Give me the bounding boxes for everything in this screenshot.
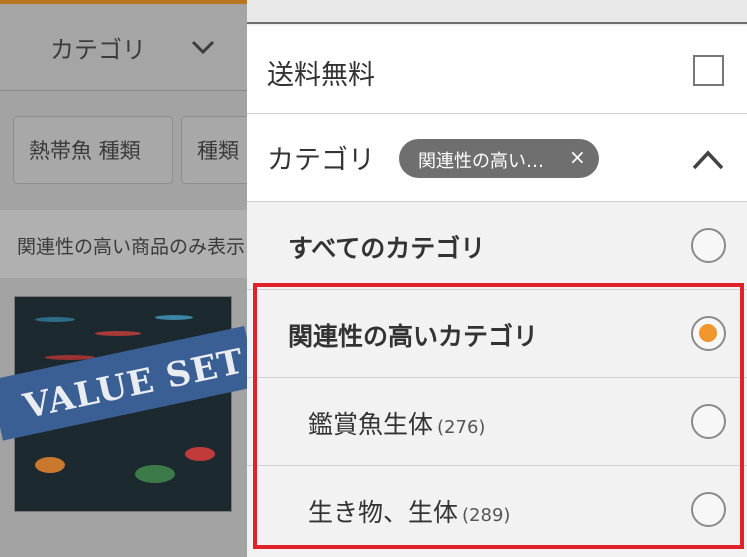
category-option-label: 関連性の高いカテゴリ: [288, 322, 539, 351]
category-option-count: (289): [462, 505, 511, 526]
category-option[interactable]: すべてのカテゴリ: [247, 202, 747, 290]
divider: [0, 90, 260, 91]
category-option[interactable]: 関連性の高いカテゴリ: [247, 290, 747, 378]
category-option-label: すべてのカテゴリ: [288, 234, 486, 263]
filter-drawer: 送料無料 カテゴリ 関連性の高い… × すべてのカテゴリ 関連性の高いカテゴリ …: [247, 0, 747, 557]
chevron-up-icon[interactable]: [691, 146, 725, 172]
category-option-count: (276): [437, 417, 486, 438]
chevron-down-icon: [191, 40, 215, 55]
category-filter-header[interactable]: カテゴリ 関連性の高い… ×: [247, 114, 747, 202]
close-icon[interactable]: ×: [569, 145, 586, 169]
free-shipping-checkbox[interactable]: [693, 55, 724, 86]
category-option-name: 鑑賞魚生体: [308, 410, 434, 439]
relevance-notice: 関連性の高い商品のみ表示: [0, 210, 260, 278]
category-option-label: 鑑賞魚生体 (276): [308, 405, 485, 441]
selected-category-chip[interactable]: 関連性の高い… ×: [399, 139, 599, 178]
drawer-header: [247, 0, 747, 24]
search-chip[interactable]: 熱帯魚 種類: [13, 116, 173, 184]
category-option-name: 生き物、生体: [308, 498, 459, 527]
category-option-radio[interactable]: [691, 404, 726, 439]
category-option[interactable]: 鑑賞魚生体 (276): [247, 378, 747, 466]
free-shipping-label: 送料無料: [267, 60, 375, 91]
selected-category-chip-label: 関連性の高い…: [418, 151, 544, 172]
category-dropdown[interactable]: カテゴリ: [0, 4, 260, 90]
category-filter-label: カテゴリ: [267, 145, 375, 176]
free-shipping-filter[interactable]: 送料無料: [247, 26, 747, 114]
category-option-radio[interactable]: [691, 492, 726, 527]
category-option[interactable]: 生き物、生体 (289): [247, 466, 747, 557]
category-option-label: 生き物、生体 (289): [308, 493, 510, 529]
category-option-radio[interactable]: [691, 228, 726, 263]
category-option-radio-selected[interactable]: [691, 316, 726, 351]
category-dropdown-label: カテゴリ: [50, 36, 146, 64]
